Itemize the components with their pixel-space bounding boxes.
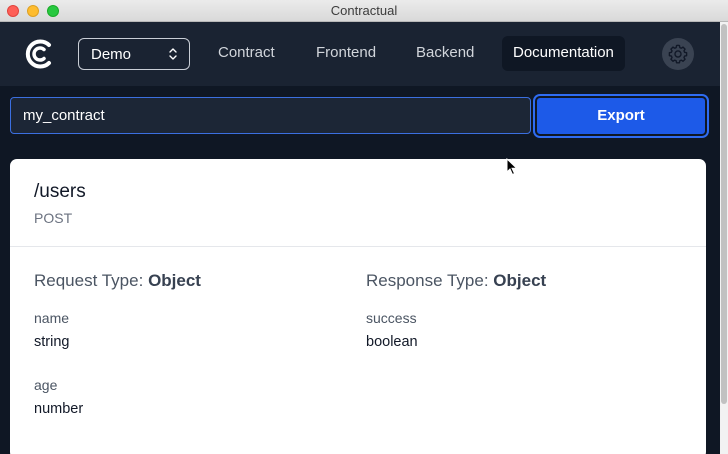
field-type: number [34,401,84,417]
window-title: Contractual [330,3,398,18]
contract-name-input[interactable] [10,97,531,134]
nav-tab-frontend[interactable]: Frontend [305,36,387,71]
settings-button[interactable] [662,38,694,70]
window-scrollbar[interactable] [720,22,728,454]
card-divider [10,246,706,247]
export-button[interactable]: Export [535,96,707,136]
request-type-heading: Request Type: Object [34,271,201,291]
request-type-value: Object [148,271,201,290]
field-name: name [34,310,70,326]
endpoint-method: POST [34,210,73,226]
chevron-up-down-icon [169,48,177,60]
project-select-value: Demo [91,46,132,63]
response-type-label: Response Type: [366,271,489,290]
nav-tab-contract[interactable]: Contract [207,36,286,71]
field-name: age [34,377,58,393]
field-type: string [34,334,70,350]
project-select[interactable]: Demo [78,38,190,70]
window-titlebar: Contractual [0,0,728,22]
response-column: Response Type: Object success boolean [366,271,546,350]
field-type: boolean [366,334,418,350]
field-name: success [366,310,417,326]
response-field: success boolean [366,310,546,350]
nav-tab-documentation[interactable]: Documentation [502,36,625,71]
nav-tab-backend[interactable]: Backend [405,36,485,71]
contractual-logo-icon[interactable] [22,37,56,71]
request-field: age number [34,377,201,417]
endpoint-doc-card: /users POST Request Type: Object name st… [10,159,706,454]
request-column: Request Type: Object name string age num… [34,271,201,417]
mouse-pointer-icon [506,158,518,176]
response-type-heading: Response Type: Object [366,271,546,291]
request-type-label: Request Type: [34,271,144,290]
response-type-value: Object [493,271,547,290]
scrollbar-thumb[interactable] [721,24,727,404]
gear-icon [668,44,688,64]
endpoint-path: /users [34,181,86,202]
request-field: name string [34,310,201,350]
top-navbar: Demo Contract Frontend Backend Documenta… [0,22,720,86]
